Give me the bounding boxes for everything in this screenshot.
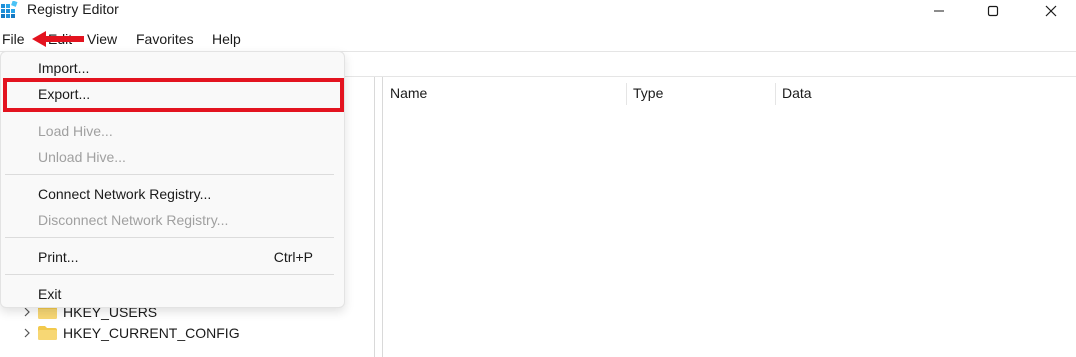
chevron-right-icon[interactable]	[22, 307, 32, 317]
registry-editor-icon	[1, 0, 18, 18]
menu-item-exit[interactable]: Exit	[38, 286, 61, 302]
menu-view[interactable]: View	[87, 31, 117, 47]
minimize-icon	[934, 10, 944, 12]
menu-item-disconnect-network-registry: Disconnect Network Registry...	[38, 212, 229, 228]
menu-item-connect-network-registry[interactable]: Connect Network Registry...	[38, 186, 211, 202]
annotation-arrow-icon	[32, 31, 84, 47]
maximize-button[interactable]	[970, 0, 1016, 22]
file-menu-dropdown: Import... Export... Load Hive... Unload …	[0, 51, 345, 308]
print-shortcut: Ctrl+P	[273, 249, 313, 265]
tree-item-label: HKEY_CURRENT_CONFIG	[63, 325, 240, 341]
menu-bar: File Edit View Favorites Help	[0, 29, 1076, 51]
close-icon	[1045, 5, 1057, 17]
window-title: Registry Editor	[27, 1, 119, 17]
export-highlight-box	[3, 78, 344, 112]
column-header-data[interactable]: Data	[776, 83, 1076, 105]
values-pane: Name Type Data	[384, 77, 1076, 357]
menu-favorites[interactable]: Favorites	[136, 31, 194, 47]
menu-item-load-hive: Load Hive...	[38, 123, 113, 139]
menu-help[interactable]: Help	[212, 31, 241, 47]
maximize-icon	[987, 5, 999, 17]
minimize-button[interactable]	[916, 0, 962, 22]
close-button[interactable]	[1028, 0, 1074, 22]
menu-item-print[interactable]: Print...	[38, 249, 78, 265]
menu-separator	[5, 237, 334, 238]
pane-splitter[interactable]	[376, 77, 383, 357]
menu-item-unload-hive: Unload Hive...	[38, 149, 126, 165]
title-bar: Registry Editor	[0, 0, 1076, 22]
menu-separator	[5, 274, 334, 275]
menu-file[interactable]: File	[2, 31, 25, 47]
menu-separator	[5, 174, 334, 175]
column-header-type[interactable]: Type	[627, 83, 776, 105]
tree-item-hkey-current-config[interactable]: HKEY_CURRENT_CONFIG	[22, 323, 240, 343]
chevron-right-icon[interactable]	[22, 328, 32, 338]
column-header-name[interactable]: Name	[384, 83, 627, 105]
folder-icon	[38, 326, 57, 340]
menu-item-import[interactable]: Import...	[38, 60, 89, 76]
